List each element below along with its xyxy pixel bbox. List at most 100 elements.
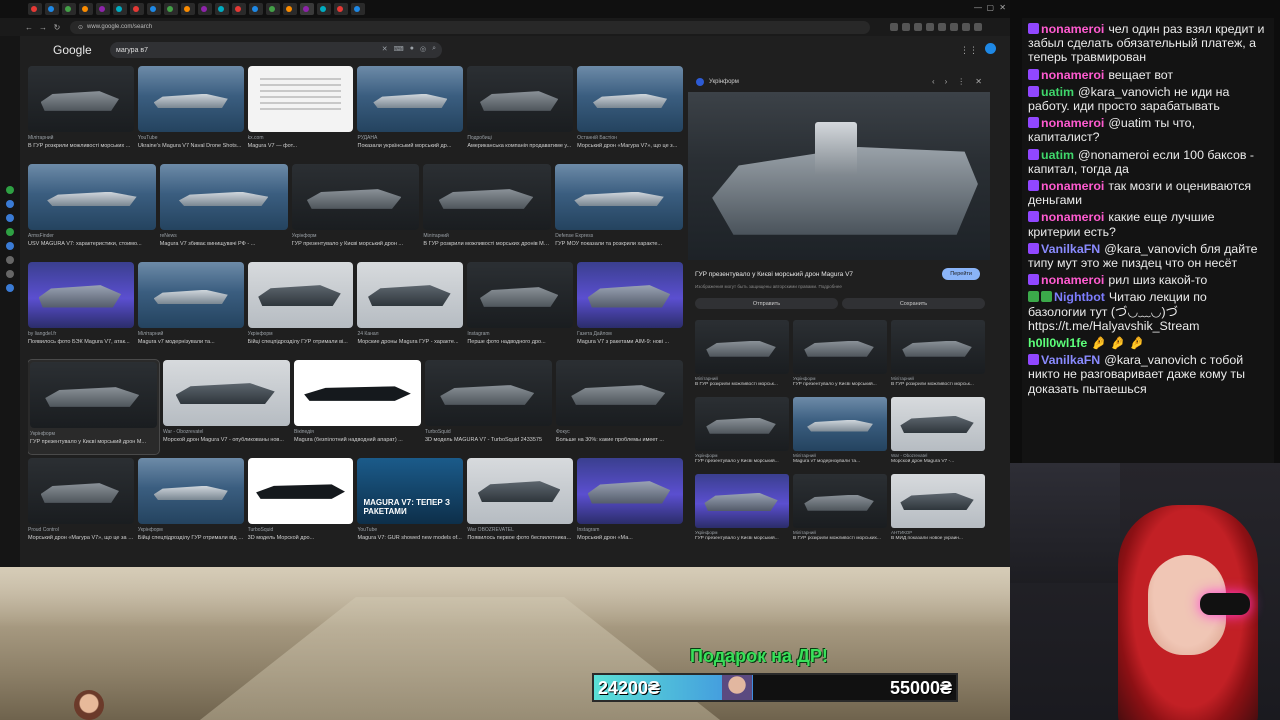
browser-tab[interactable] — [45, 3, 59, 15]
result-thumbnail[interactable] — [291, 164, 420, 230]
subscriber-badge-icon[interactable] — [1028, 148, 1039, 160]
result-title[interactable]: Морской дрон Magura V7 -... — [891, 459, 985, 464]
apps-grid-icon[interactable]: ⋮⋮ — [960, 45, 978, 56]
image-result[interactable]: Укрінформ ГУР презентувало у Києві морськ… — [695, 474, 789, 548]
moderator-badge-icon[interactable] — [1041, 291, 1052, 303]
result-title[interactable]: В ГУР розкрили можливості морських дроні… — [423, 241, 551, 247]
result-title[interactable]: Magura V7 з ракетами AIM-9: нові ... — [577, 339, 683, 345]
result-thumbnail[interactable] — [555, 164, 683, 230]
search-icon[interactable]: ⌕ — [432, 45, 436, 53]
subscriber-badge-icon[interactable] — [1028, 242, 1039, 254]
result-thumbnail[interactable] — [467, 262, 574, 328]
result-title[interactable]: Морський дрон «Ма... — [577, 535, 683, 541]
image-result[interactable]: Укрінформ Бійці спецпідрозділу ГУР отрима… — [247, 262, 354, 356]
result-title[interactable]: Морские дроны Magura ГУР - характе... — [357, 339, 463, 345]
next-icon[interactable]: › — [945, 77, 948, 86]
image-result[interactable]: Укрінформ Бійці спецпідрозділу ГУР отрима… — [137, 458, 244, 552]
result-title[interactable]: ГУР презентувало у Києві морський дрон M… — [30, 439, 157, 445]
subscriber-badge-icon[interactable] — [1028, 274, 1039, 286]
visit-button[interactable]: Перейти — [942, 268, 980, 280]
extension-icon[interactable] — [938, 23, 946, 31]
subscriber-badge-icon[interactable] — [1028, 23, 1039, 34]
image-result[interactable]: Мілітарний В ГУР розкрили можливості морс… — [28, 66, 134, 160]
subscriber-badge-icon[interactable] — [1028, 211, 1039, 223]
image-result[interactable]: Фокус Больше на 30%: какие проблемы имеет… — [556, 360, 683, 454]
chat-username[interactable]: nonameroi — [1041, 210, 1104, 224]
result-title[interactable]: ГУР МОУ показали та розкрили характе... — [555, 241, 683, 247]
image-result[interactable]: Instagram Перше фото надводного дро... — [467, 262, 574, 356]
extension-icon[interactable] — [902, 23, 910, 31]
result-thumbnail[interactable] — [137, 66, 244, 132]
result-title[interactable]: Морський дрон «Магура V7», що це з... — [577, 143, 683, 149]
sidebar-app-icon[interactable] — [6, 242, 14, 250]
result-thumbnail[interactable] — [695, 320, 789, 374]
image-result[interactable]: MAGURA V7: ТЕПЕР З РАКЕТАМИ YouTube Magura… — [357, 458, 464, 552]
result-thumbnail[interactable] — [163, 360, 290, 426]
image-result[interactable]: reNews Magura V7 збиває винищувачі РФ - .… — [159, 164, 288, 258]
image-result[interactable]: РУДАНА Показали український морський др..… — [357, 66, 464, 160]
chat-username[interactable]: nonameroi — [1041, 116, 1104, 130]
image-result[interactable]: Газета Дайлом Magura V7 з ракетами AIM-9:… — [577, 262, 683, 356]
result-thumbnail[interactable] — [159, 164, 288, 230]
mic-icon[interactable]: ● — [410, 45, 414, 53]
extension-icon[interactable] — [914, 23, 922, 31]
share-button[interactable]: Отправить — [695, 298, 838, 309]
extension-icon[interactable] — [950, 23, 958, 31]
subscriber-badge-icon[interactable] — [1028, 85, 1039, 97]
result-thumbnail[interactable] — [247, 458, 354, 524]
result-thumbnail[interactable] — [695, 474, 789, 528]
image-result[interactable]: Мілітарний В ГУР розкрили можливості морс… — [695, 320, 789, 394]
result-thumbnail[interactable]: MAGURA V7: ТЕПЕР З РАКЕТАМИ — [357, 458, 464, 524]
image-result[interactable]: Proud Control Морський дрон «Магура V7», … — [28, 458, 134, 552]
browser-tab[interactable] — [113, 3, 127, 15]
sidebar-app-icon[interactable] — [6, 256, 14, 264]
result-title[interactable]: В ГУР розкрили можливості морськ... — [891, 382, 985, 387]
browser-tab[interactable] — [147, 3, 161, 15]
image-result[interactable]: War - Obozrevatel Морской дрон Magura V7 … — [891, 397, 985, 471]
image-result[interactable]: Укрінформ ГУР презентувало у Києві морськ… — [28, 359, 160, 455]
result-title[interactable]: Больше на 30%: какие проблемы имеет ... — [556, 437, 683, 443]
site-info-icon[interactable]: ⊙ — [78, 24, 83, 31]
browser-tab[interactable] — [351, 3, 365, 15]
prev-icon[interactable]: ‹ — [932, 77, 935, 86]
clear-icon[interactable]: ✕ — [382, 45, 388, 53]
chat-username[interactable]: VanilkaFN — [1041, 242, 1100, 256]
image-result[interactable]: YouTube Ukraine's Magura V7 Naval Drone S… — [137, 66, 244, 160]
result-title[interactable]: Появилось фото БЭК Magura V7, атак... — [28, 339, 134, 345]
back-icon[interactable]: ← — [22, 23, 36, 32]
result-thumbnail[interactable] — [577, 66, 683, 132]
result-thumbnail[interactable] — [28, 458, 134, 524]
result-thumbnail[interactable] — [294, 360, 421, 426]
result-thumbnail[interactable] — [793, 397, 887, 451]
subscriber-badge-icon[interactable] — [1028, 68, 1039, 80]
image-result[interactable]: Подробиці Американська компанія продавати… — [467, 66, 574, 160]
result-thumbnail[interactable] — [425, 360, 552, 426]
result-title[interactable]: Бійці спецпідрозділу ГУР отримали від б.… — [138, 535, 244, 541]
image-result[interactable]: War - Obozrevatel Морской дрон Magura V7 … — [163, 360, 290, 454]
image-result[interactable]: TurboSquid 3D модель Морской дро... — [247, 458, 354, 552]
result-title[interactable]: Появилось первое фото беспилотника Mag..… — [467, 535, 573, 541]
browser-tab[interactable] — [164, 3, 178, 15]
result-thumbnail[interactable] — [247, 262, 354, 328]
result-title[interactable]: В ГУР розкрили можливості морських ... — [28, 143, 134, 149]
result-thumbnail[interactable] — [247, 66, 354, 132]
close-icon[interactable]: ✕ — [975, 77, 982, 86]
image-result[interactable]: Мілітарний Magura v7 модернізували та... — [793, 397, 887, 471]
chat-username[interactable]: uatim — [1041, 85, 1074, 99]
result-thumbnail[interactable] — [577, 458, 683, 524]
result-thumbnail[interactable] — [467, 458, 574, 524]
close-window-icon[interactable]: ✕ — [999, 3, 1006, 12]
browser-tab[interactable] — [198, 3, 212, 15]
avatar[interactable] — [985, 43, 996, 54]
image-result[interactable]: АНТИКОР В МИД показали новое украин... — [891, 474, 985, 548]
keyboard-icon[interactable]: ⌨ — [394, 45, 404, 53]
subscriber-badge-icon[interactable] — [1028, 117, 1039, 129]
result-title[interactable]: Бійці спецпідрозділу ГУР отримали ві... — [248, 339, 354, 345]
chat-username[interactable]: VanilkaFN — [1041, 353, 1100, 367]
subscriber-badge-icon[interactable] — [1028, 354, 1039, 366]
result-title[interactable]: Американська компанія продаватиме у... — [467, 143, 573, 149]
result-thumbnail[interactable] — [793, 474, 887, 528]
chat-username[interactable]: Nightbot — [1054, 290, 1105, 304]
result-title[interactable]: USV MAGURA V7: характеристики, стоимо... — [28, 241, 156, 247]
image-result[interactable]: War OBOZREVATEL Появилось первое фото бес… — [467, 458, 574, 552]
